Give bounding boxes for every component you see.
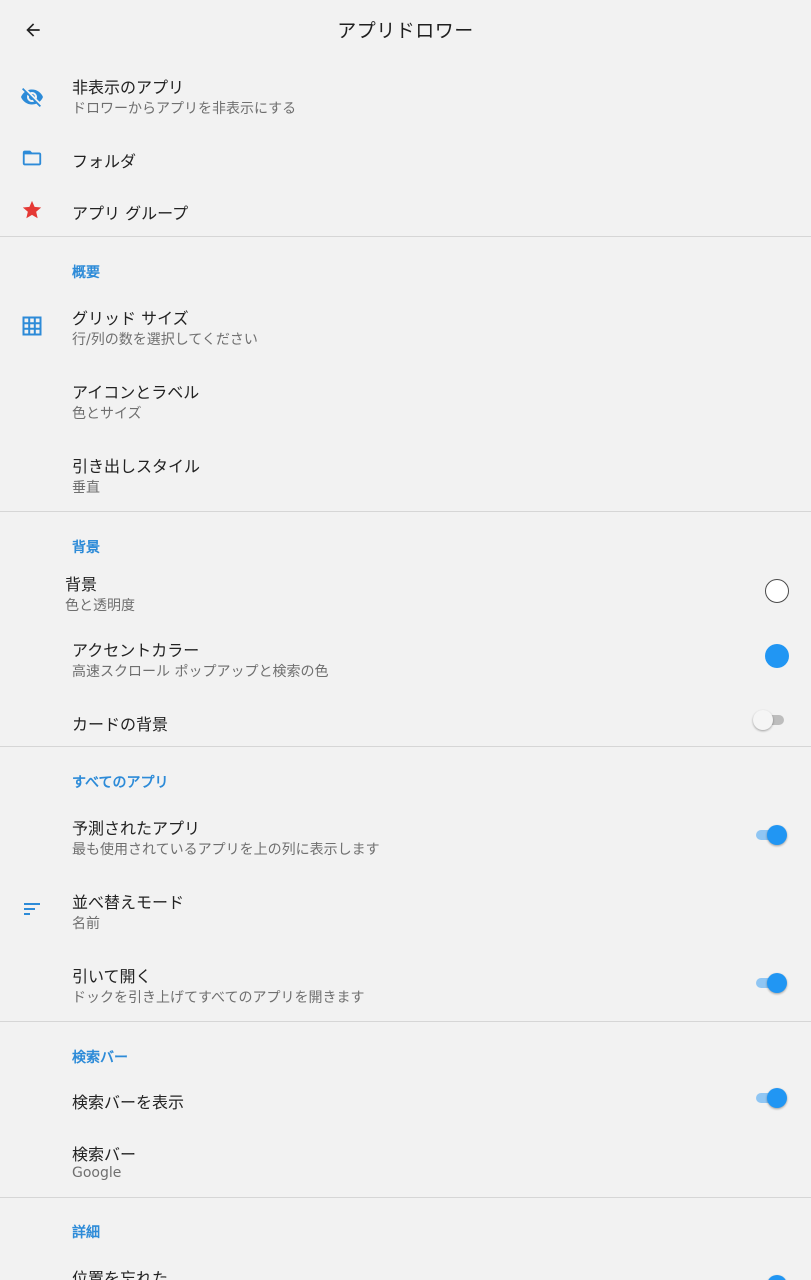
section-header-details: 詳細 (72, 1225, 100, 1241)
divider (0, 746, 811, 747)
accent-color-swatch[interactable] (765, 644, 789, 668)
section-header-search-bar: 検索バー (72, 1050, 128, 1066)
card-background-title: カードの背景 (72, 715, 169, 734)
hidden-apps-item[interactable]: 非表示のアプリ ドロワーからアプリを非表示にする (0, 66, 811, 128)
background-color-swatch[interactable] (765, 579, 789, 603)
divider (0, 511, 811, 512)
search-provider-title: 検索バー (72, 1145, 137, 1164)
grid-icon (20, 314, 44, 338)
predicted-apps-title: 予測されたアプリ (72, 819, 201, 838)
switch-thumb (767, 973, 787, 993)
pull-to-open-title: 引いて開く (72, 967, 152, 986)
section-header-all-apps: すべてのアプリ (72, 775, 169, 791)
show-search-bar-switch[interactable] (753, 1088, 787, 1108)
show-search-bar-title: 検索バーを表示 (72, 1093, 185, 1112)
background-title: 背景 (65, 575, 98, 594)
section-header-overview: 概要 (72, 265, 100, 281)
sort-icon (20, 897, 44, 921)
accent-color-title: アクセントカラー (72, 641, 200, 660)
icons-labels-title: アイコンとラベル (72, 383, 200, 402)
divider (0, 1197, 811, 1198)
sort-mode-item[interactable]: 並べ替えモード 名前 (0, 880, 811, 942)
app-bar: アプリドロワー (0, 0, 811, 60)
drawer-style-item[interactable]: 引き出しスタイル 垂直 (0, 444, 811, 506)
sort-mode-title: 並べ替えモード (72, 893, 185, 912)
card-background-item[interactable]: カードの背景 (0, 700, 811, 744)
switch-thumb (753, 710, 773, 730)
folders-item[interactable]: フォルダ (0, 136, 811, 180)
switch-thumb (767, 825, 787, 845)
page-title: アプリドロワー (337, 20, 474, 42)
pull-to-open-switch[interactable] (753, 973, 787, 993)
sort-mode-summary: 名前 (72, 916, 100, 932)
switch-thumb (767, 1088, 787, 1108)
remember-position-item[interactable]: 位置を忘れた (0, 1256, 811, 1280)
icons-labels-item[interactable]: アイコンとラベル 色とサイズ (0, 370, 811, 432)
accent-color-item[interactable]: アクセントカラー 高速スクロール ポップアップと検索の色 (0, 628, 811, 690)
folders-title: フォルダ (72, 152, 137, 171)
card-background-switch[interactable] (753, 710, 787, 730)
remember-position-title: 位置を忘れた (72, 1269, 169, 1280)
background-summary: 色と透明度 (65, 598, 135, 614)
app-drawer-settings-screen: アプリドロワー 非表示のアプリ ドロワーからアプリを非表示にする フォルダ アプ… (0, 0, 811, 1280)
app-groups-item[interactable]: アプリ グループ (0, 188, 811, 232)
search-provider-summary: Google (72, 1165, 122, 1181)
app-groups-title: アプリ グループ (72, 204, 189, 223)
remember-position-switch[interactable] (753, 1275, 787, 1280)
predicted-apps-summary: 最も使用されているアプリを上の列に表示します (72, 842, 380, 858)
folder-icon (20, 146, 44, 170)
background-color-item[interactable]: 背景 色と透明度 (0, 562, 811, 624)
section-header-background: 背景 (72, 540, 100, 556)
drawer-style-summary: 垂直 (72, 480, 100, 496)
accent-color-summary: 高速スクロール ポップアップと検索の色 (72, 664, 329, 680)
hidden-apps-title: 非表示のアプリ (72, 78, 185, 97)
show-search-bar-item[interactable]: 検索バーを表示 (0, 1078, 811, 1122)
divider (0, 236, 811, 237)
predicted-apps-switch[interactable] (753, 825, 787, 845)
drawer-style-title: 引き出しスタイル (72, 457, 201, 476)
visibility-off-icon (20, 85, 44, 109)
pull-to-open-summary: ドックを引き上げてすべてのアプリを開きます (72, 990, 365, 1006)
switch-thumb (767, 1275, 787, 1280)
grid-size-summary: 行/列の数を選択してください (72, 332, 258, 348)
pull-to-open-item[interactable]: 引いて開く ドックを引き上げてすべてのアプリを開きます (0, 954, 811, 1016)
hidden-apps-summary: ドロワーからアプリを非表示にする (72, 101, 297, 117)
icons-labels-summary: 色とサイズ (72, 406, 142, 422)
divider (0, 1021, 811, 1022)
grid-size-title: グリッド サイズ (72, 309, 189, 328)
search-provider-item[interactable]: 検索バー Google (0, 1132, 811, 1194)
star-icon (20, 198, 44, 222)
grid-size-item[interactable]: グリッド サイズ 行/列の数を選択してください (0, 296, 811, 358)
predicted-apps-item[interactable]: 予測されたアプリ 最も使用されているアプリを上の列に表示します (0, 806, 811, 868)
